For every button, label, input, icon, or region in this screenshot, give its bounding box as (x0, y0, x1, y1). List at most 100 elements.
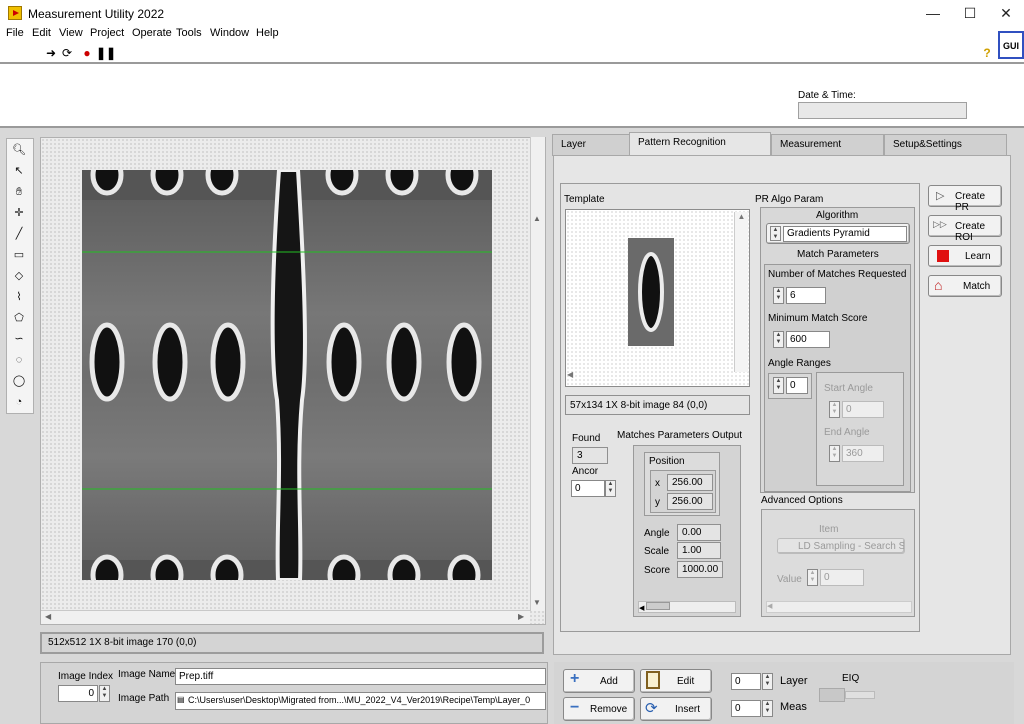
menu-help[interactable]: Help (256, 27, 279, 39)
help-icon[interactable]: ? (980, 46, 994, 60)
date-time-label: Date & Time: (798, 90, 856, 101)
run-continuous-icon[interactable]: ⟳ (60, 46, 74, 60)
found-label: Found (572, 433, 601, 444)
algo-param-label: PR Algo Param (755, 194, 824, 205)
algorithm-spin-icon[interactable]: ▲ ▼ (770, 226, 781, 241)
num-matches-spin[interactable]: ▲ ▼ (773, 287, 784, 304)
tab-pattern-recognition[interactable]: Pattern Recognition (629, 132, 771, 157)
item-ring[interactable]: LD Sampling - Search Str (777, 538, 905, 554)
angle-index-input[interactable]: 0 (786, 377, 808, 394)
menu-view[interactable]: View (59, 27, 83, 39)
pan-hand-icon[interactable]: ✋︎ (9, 182, 29, 202)
value-input[interactable]: 0 (820, 569, 864, 586)
abort-icon[interactable]: ● (80, 46, 94, 60)
image-path-label: Image Path (118, 693, 170, 704)
algorithm-label: Algorithm (816, 210, 859, 221)
viewer-horizontal-scrollbar[interactable] (41, 610, 530, 624)
match-label: Match (963, 281, 991, 292)
menu-edit[interactable]: Edit (32, 27, 51, 39)
item-label: Item (819, 524, 839, 535)
close-button[interactable]: ✕ (987, 0, 1024, 26)
y-label: y (655, 497, 660, 508)
advanced-hscroll[interactable]: ◀ (766, 601, 912, 613)
edit-label: Edit (677, 676, 695, 687)
menu-tools[interactable]: Tools (176, 27, 202, 39)
clipboard-icon (646, 671, 660, 689)
maximize-button[interactable]: ☐ (951, 0, 989, 26)
start-angle-input[interactable]: 0 (842, 401, 884, 418)
score-value: 1000.00 (677, 561, 723, 578)
add-label: Add (600, 676, 618, 687)
crosshair-icon[interactable]: ✛ (9, 203, 29, 223)
image-path-input[interactable]: C:\Users\user\Desktop\Migrated from...\M… (175, 692, 546, 710)
stop-square-icon (937, 250, 949, 262)
rectangle-tool-icon[interactable]: ▭ (9, 245, 29, 265)
output-hscroll[interactable]: ◀ (638, 601, 736, 613)
minimize-button[interactable]: — (914, 0, 952, 26)
template-image (628, 238, 674, 346)
insert-label: Insert (675, 704, 701, 715)
rotated-rect-tool-icon[interactable]: ◇ (9, 266, 29, 286)
algorithm-value[interactable]: Gradients Pyramid (783, 226, 907, 242)
scroll-up-arrow-icon[interactable]: ▲ (533, 214, 541, 223)
end-angle-spin[interactable]: ▲ ▼ (829, 445, 840, 462)
image-name-input[interactable]: Prep.tiff (175, 668, 546, 685)
freehand-region-icon[interactable]: ◌ (9, 350, 29, 370)
menu-window[interactable]: Window (210, 27, 249, 39)
start-angle-spin[interactable]: ▲ ▼ (829, 401, 840, 418)
image-index-spin[interactable]: ▲ ▼ (99, 685, 110, 702)
scroll-right-arrow-icon[interactable]: ▶ (518, 612, 524, 621)
menu-project[interactable]: Project (90, 27, 124, 39)
min-score-input[interactable]: 600 (786, 331, 830, 348)
scroll-left-arrow-icon[interactable]: ◀ (45, 612, 51, 621)
viewer-vertical-scrollbar[interactable] (530, 137, 545, 611)
angle-value: 0.00 (677, 524, 721, 541)
layer-input[interactable]: 0 (731, 673, 761, 690)
template-status: 57x134 1X 8-bit image 84 (0,0) (565, 395, 750, 415)
end-angle-input[interactable]: 360 (842, 445, 884, 462)
start-angle-label: Start Angle (824, 383, 873, 394)
image-index-input[interactable]: 0 (58, 685, 98, 702)
pause-icon[interactable]: ❚❚ (96, 46, 116, 60)
template-hscroll[interactable]: ◀ (567, 370, 735, 384)
tab-measurement[interactable]: Measurement (771, 134, 884, 156)
x-label: x (655, 478, 660, 489)
tab-layer[interactable]: Layer (552, 134, 630, 156)
zoom-icon[interactable]: 🔍︎ (9, 140, 29, 160)
template-label: Template (564, 194, 605, 205)
menu-file[interactable]: File (6, 27, 24, 39)
ancor-spin[interactable]: ▲ ▼ (605, 480, 616, 497)
polygon-tool-icon[interactable]: ⬠ (9, 308, 29, 328)
plus-icon: + (570, 670, 580, 687)
num-matches-label: Number of Matches Requested (768, 269, 907, 280)
scroll-down-arrow-icon[interactable]: ▼ (533, 598, 541, 607)
freehand-line-icon[interactable]: ∽ (9, 329, 29, 349)
min-score-spin[interactable]: ▲ ▼ (773, 331, 784, 348)
pointer-icon[interactable]: ↖ (9, 161, 29, 181)
value-spin[interactable]: ▲ ▼ (807, 569, 818, 586)
sem-image[interactable] (82, 170, 492, 580)
polyline-tool-icon[interactable]: ⌇ (9, 287, 29, 307)
app-icon (8, 6, 22, 20)
ancor-input[interactable]: 0 (571, 480, 605, 497)
num-matches-input[interactable]: 6 (786, 287, 826, 304)
template-vscroll[interactable]: ▲ (734, 212, 748, 372)
eiq-bar (845, 691, 875, 699)
meas-input[interactable]: 0 (731, 700, 761, 717)
menu-operate[interactable]: Operate (132, 27, 172, 39)
layer-label: Layer (780, 675, 808, 687)
viewer-status: 512x512 1X 8-bit image 170 (0,0) (40, 632, 544, 654)
angle-index-spin[interactable]: ▲ ▼ (773, 377, 784, 394)
annulus-tool-icon[interactable]: ◔ (9, 392, 29, 412)
meas-label: Meas (780, 701, 807, 713)
end-angle-label: End Angle (824, 427, 870, 438)
tab-setup-settings[interactable]: Setup&Settings (884, 134, 1007, 156)
meas-spin[interactable]: ▲ ▼ (762, 700, 773, 717)
x-value: 256.00 (667, 474, 713, 491)
line-tool-icon[interactable]: ╱ (9, 224, 29, 244)
run-arrow-icon[interactable]: ➜ (44, 46, 58, 60)
layer-spin[interactable]: ▲ ▼ (762, 673, 773, 690)
path-browse-icon[interactable]: ▤ (177, 695, 185, 704)
oval-tool-icon[interactable]: ◯ (9, 371, 29, 391)
scale-label: Scale (644, 546, 670, 557)
